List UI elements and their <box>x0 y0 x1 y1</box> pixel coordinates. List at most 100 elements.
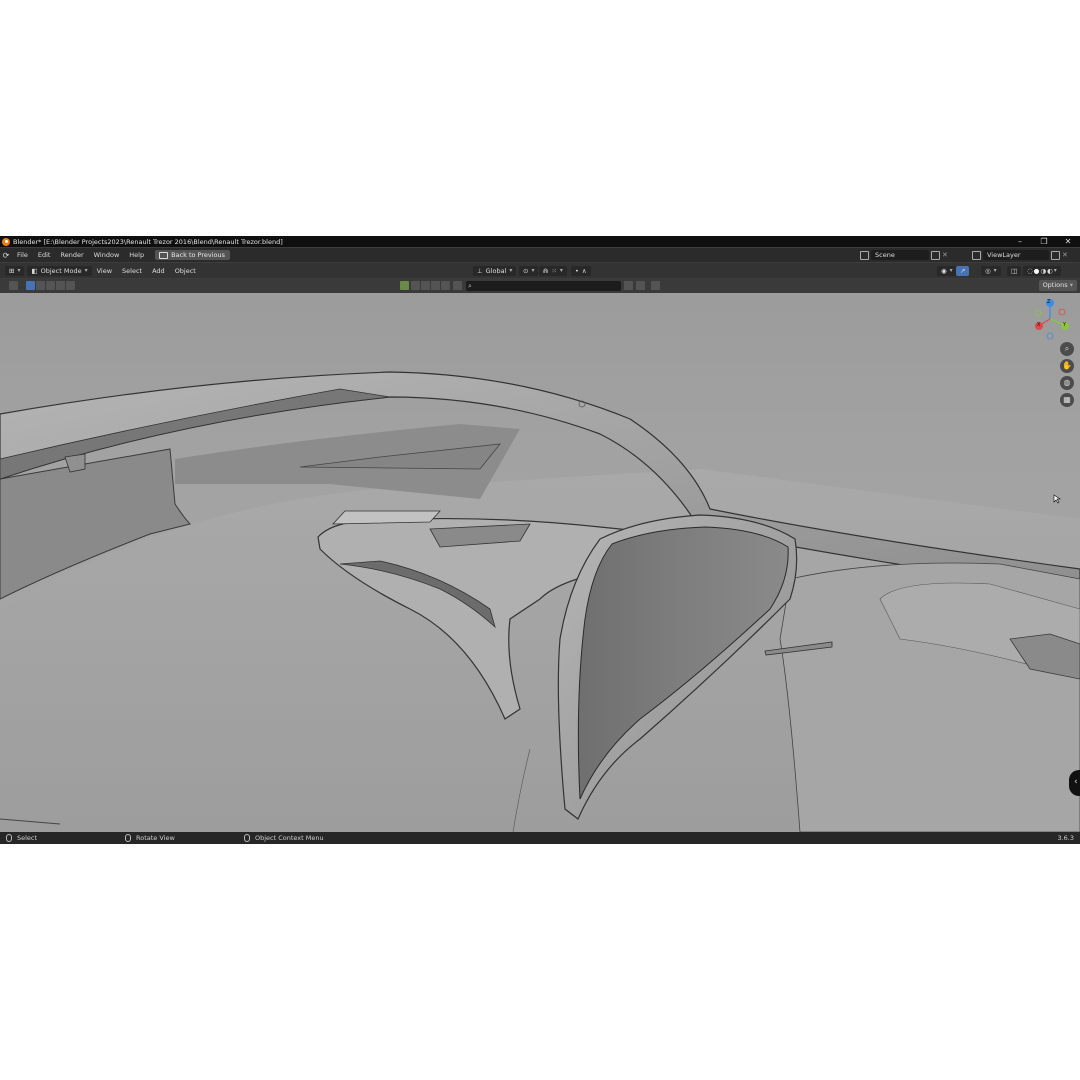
visibility-dropdown[interactable]: ◉ ▾ <box>937 265 957 276</box>
xray-toggle[interactable]: ◫ <box>1007 265 1022 276</box>
visibility-icon: ◉ <box>941 266 947 275</box>
select-mode-intersect-icon[interactable] <box>66 281 75 290</box>
menu-edit[interactable]: Edit <box>33 251 56 259</box>
holdout-icon[interactable] <box>441 281 450 290</box>
viewlayer-field[interactable]: ViewLayer <box>983 250 1049 260</box>
status-context-hint: Object Context Menu <box>244 834 324 842</box>
back-to-previous-label: Back to Previous <box>171 251 226 259</box>
outliner-search-input[interactable]: ⌕ <box>466 281 621 291</box>
snap-dropdown[interactable]: ⋒ ⁙ ▾ <box>539 265 567 276</box>
mode-dropdown[interactable]: ◧ Object Mode ▾ <box>27 265 92 276</box>
blender-logo-icon <box>2 237 10 246</box>
pan-hand-icon[interactable]: ✋ <box>1060 359 1074 373</box>
chevron-down-icon: ▾ <box>993 267 997 274</box>
navigation-gizmo[interactable]: Z Y X <box>1030 297 1074 343</box>
pivot-point-dropdown[interactable]: ⊙ ▾ <box>519 265 539 276</box>
screen-icon <box>159 251 169 259</box>
orientation-icon: ⊥ <box>477 266 483 275</box>
gizmo-x-label: X <box>1037 322 1041 328</box>
viewport-visibility-icon[interactable] <box>421 281 430 290</box>
minimize-button[interactable]: – <box>1008 236 1032 247</box>
options-dropdown[interactable]: Options ▾ <box>1038 280 1077 291</box>
chevron-down-icon: ▾ <box>509 267 513 274</box>
menu-add[interactable]: Add <box>147 267 170 275</box>
remove-viewlayer-icon[interactable]: ✕ <box>1062 251 1068 259</box>
rendered-shading-icon[interactable]: ◐ <box>1047 267 1053 275</box>
select-mode-new-icon[interactable] <box>26 281 35 290</box>
gizmo-z-label: Z <box>1047 299 1051 305</box>
scene-icon[interactable] <box>860 250 869 260</box>
status-context-label: Object Context Menu <box>255 834 324 842</box>
chevron-left-icon: ‹ <box>1074 777 1078 787</box>
chevron-down-icon: ▾ <box>84 267 88 274</box>
3d-viewport[interactable]: Z Y X ⌕ ✋ ◍ ▦ ‹ <box>0 279 1080 832</box>
3d-view-icon: ⊞ <box>9 266 15 275</box>
chevron-down-icon: ▾ <box>949 267 953 274</box>
scene-field[interactable]: Scene <box>871 250 929 260</box>
chevron-down-icon: ▾ <box>559 267 563 274</box>
menu-view[interactable]: View <box>92 267 117 275</box>
menu-object[interactable]: Object <box>170 267 201 275</box>
blender-menu-icon[interactable]: ⟳ <box>0 251 12 260</box>
select-mode-subtract-icon[interactable] <box>46 281 55 290</box>
camera-view-icon[interactable]: ◍ <box>1060 376 1074 390</box>
mouse-middle-icon <box>125 834 131 842</box>
proportional-icon: • <box>575 266 579 275</box>
new-scene-icon[interactable] <box>931 250 940 260</box>
mouse-right-icon <box>244 834 250 842</box>
blender-window: Blender* [E:\Blender Projects2023\Renaul… <box>0 236 1080 844</box>
chevron-down-icon[interactable]: ▾ <box>1054 267 1057 274</box>
title-bar: Blender* [E:\Blender Projects2023\Renaul… <box>0 236 1080 247</box>
select-mode-extend-icon[interactable] <box>36 281 45 290</box>
toolbar-toggle-icon[interactable] <box>9 281 18 290</box>
back-to-previous-button[interactable]: Back to Previous <box>155 250 231 260</box>
display-mode-icon[interactable] <box>636 281 645 290</box>
mouse-left-icon <box>6 834 12 842</box>
version-label: 3.6.3 <box>1057 834 1074 842</box>
sort-icon[interactable] <box>624 281 633 290</box>
menu-window[interactable]: Window <box>89 251 125 259</box>
viewport-header: ⊞ ▾ ◧ Object Mode ▾ View Select Add Objec… <box>0 263 1080 278</box>
overlay-toggle[interactable]: ◎ ▾ <box>981 265 1001 276</box>
menu-select[interactable]: Select <box>117 267 147 275</box>
viewport-tool-row: ⌕ Options ▾ <box>0 279 1080 293</box>
menu-help[interactable]: Help <box>124 251 149 259</box>
xray-icon: ◫ <box>1011 266 1018 275</box>
status-bar: Select Rotate View Object Context Menu 3… <box>0 832 1080 844</box>
restrict-select-icon[interactable] <box>411 281 420 290</box>
falloff-icon: ∧ <box>581 266 587 275</box>
close-button[interactable]: ✕ <box>1056 236 1080 247</box>
filter-icon[interactable] <box>651 281 660 290</box>
status-rotate-label: Rotate View <box>136 834 175 842</box>
proportional-edit-dropdown[interactable]: • ∧ <box>571 265 591 276</box>
gizmo-toggle[interactable]: ↗ <box>956 265 970 276</box>
new-viewlayer-icon[interactable] <box>1051 250 1060 260</box>
object-type-filter-icon[interactable] <box>400 281 409 290</box>
menu-file[interactable]: File <box>12 251 33 259</box>
camera-filter-icon[interactable] <box>453 281 462 290</box>
viewlayer-icon[interactable] <box>972 250 981 260</box>
zoom-icon[interactable]: ⌕ <box>1060 342 1074 356</box>
window-controls: – ❐ ✕ <box>1008 236 1080 247</box>
select-mode-invert-icon[interactable] <box>56 281 65 290</box>
gizmo-y-label: Y <box>1063 322 1067 328</box>
wireframe-shading-icon[interactable]: ◌ <box>1027 267 1033 275</box>
editor-type-dropdown[interactable]: ⊞ ▾ <box>5 265 25 276</box>
material-shading-icon[interactable]: ◑ <box>1040 267 1046 275</box>
status-rotate-hint: Rotate View <box>125 834 175 842</box>
mouse-cursor-icon <box>1053 494 1061 504</box>
remove-scene-icon[interactable]: ✕ <box>942 251 948 259</box>
sidebar-toggle-tab[interactable]: ‹ <box>1069 770 1080 796</box>
window-title: Blender* [E:\Blender Projects2023\Renaul… <box>13 237 283 246</box>
maximize-button[interactable]: ❐ <box>1032 236 1056 247</box>
solid-shading-icon[interactable]: ● <box>1034 267 1040 275</box>
disable-in-render-icon[interactable] <box>431 281 440 290</box>
snap-grid-icon: ⁙ <box>551 266 557 275</box>
menu-render[interactable]: Render <box>55 251 88 259</box>
shading-modes: ◌ ● ◑ ◐ ▾ <box>1023 265 1061 276</box>
transform-orientation-dropdown[interactable]: ⊥ Global ▾ <box>473 265 517 276</box>
chevron-down-icon: ▾ <box>17 267 21 274</box>
gizmo-icon: ↗ <box>960 266 966 275</box>
perspective-grid-icon[interactable]: ▦ <box>1060 393 1074 407</box>
search-icon: ⌕ <box>468 282 472 290</box>
